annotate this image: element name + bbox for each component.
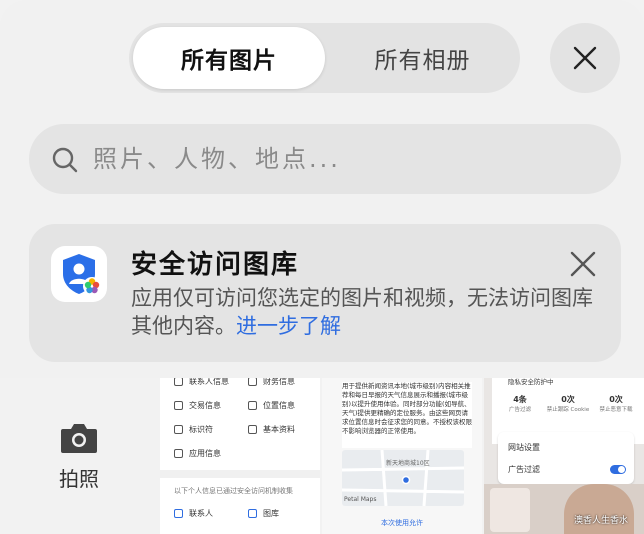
thumb-stat-value: 0次	[609, 395, 623, 404]
thumb-text: 位置信息	[263, 401, 295, 410]
secure-access-notice: 安全访问图库 应用仅可访问您选定的图片和视频，无法访问图库其他内容。进一步了解	[29, 224, 621, 362]
thumb-button-text: 本次使用允许	[381, 519, 423, 527]
thumb-row: 基本资料	[248, 424, 295, 435]
thumb-stat-value: 4条	[513, 395, 527, 404]
gallery-security-app-icon	[51, 246, 107, 302]
thumb-text: 联系人信息	[189, 378, 229, 386]
map-brand: Petal Maps	[344, 496, 377, 503]
notice-close-icon[interactable]	[567, 248, 599, 280]
learn-more-link[interactable]: 进一步了解	[236, 314, 341, 338]
thumb-text: 广告过滤	[508, 465, 540, 474]
thumb-row: 标识符	[174, 424, 213, 435]
close-icon	[573, 46, 597, 70]
thumb-text: 联系人	[189, 509, 213, 518]
thumb-row: 联系人	[174, 508, 213, 519]
thumb-stat: 4条 广告过滤	[498, 394, 542, 416]
thumb-text: 隐私安全防护中	[508, 378, 554, 386]
thumb-text: 以下个人信息已通过安全访问机制收集	[174, 487, 293, 495]
thumb-row: 图库	[248, 508, 279, 519]
thumb-text: 交易信息	[189, 401, 221, 410]
thumb-row: 联系人信息	[174, 378, 229, 387]
tab-all-albums[interactable]: 所有相册	[329, 27, 516, 89]
thumb-stat-label: 广告过滤	[508, 407, 531, 413]
camera-button[interactable]: 拍照	[0, 378, 158, 534]
thumb-stat: 0次 禁止跟踪 Cookie	[546, 394, 590, 416]
camera-icon	[61, 423, 97, 453]
search-bar[interactable]	[29, 124, 621, 194]
thumb-stat-label: 禁止跟踪 Cookie	[546, 407, 590, 413]
photo-thumbnail[interactable]: 联系人信息 财务信息 交易信息 位置信息 标识符 基本资料 应用信息 以下个人信…	[160, 378, 320, 534]
thumb-text: 应用信息	[189, 449, 221, 458]
thumb-text: 财务信息	[263, 378, 295, 386]
thumb-text: 用于提供新闻资讯本地(城市级别)内容相关推荐和每日早报的天气信息展示和播报(城市…	[342, 382, 472, 448]
thumb-text: 标识符	[189, 425, 213, 434]
search-input[interactable]	[93, 124, 593, 194]
thumb-text: 网站设置	[508, 443, 540, 452]
thumb-divider	[160, 470, 320, 478]
tab-all-photos[interactable]: 所有图片	[133, 27, 325, 89]
close-button[interactable]	[550, 23, 620, 93]
thumb-stat-value: 0次	[561, 395, 575, 404]
thumb-row: 财务信息	[248, 378, 295, 387]
thumb-settings-card: 网站设置 广告过滤	[498, 432, 634, 484]
picker-sheet: 所有图片 所有相册 安全访问图库	[0, 0, 644, 378]
thumb-map: 新天地商城10区 Petal Maps	[341, 449, 465, 507]
thumb-row: 位置信息	[248, 400, 295, 411]
camera-label: 拍照	[59, 466, 99, 491]
thumb-toggle	[610, 465, 626, 474]
thumb-stat-label: 禁止恶意下载	[599, 407, 633, 413]
photo-thumbnail[interactable]: 隐私安全防护中 4条 广告过滤 0次 禁止跟踪 Cookie 0次 禁止恶意下载…	[484, 378, 644, 534]
tab-bar: 所有图片 所有相册	[129, 23, 520, 93]
thumb-caption: 澳香人生香水	[574, 516, 629, 526]
search-icon	[52, 147, 78, 173]
thumb-row: 应用信息	[174, 448, 221, 459]
map-label: 新天地商城10区	[386, 460, 430, 467]
thumb-row: 交易信息	[174, 400, 221, 411]
thumb-stat: 0次 禁止恶意下载	[594, 394, 638, 416]
thumb-text: 图库	[263, 509, 279, 518]
photo-thumbnail[interactable]: 用于提供新闻资讯本地(城市级别)内容相关推荐和每日早报的天气信息展示和播报(城市…	[322, 378, 482, 534]
thumb-text: 基本资料	[263, 425, 295, 434]
notice-description-text: 应用仅可访问您选定的图片和视频，无法访问图库其他内容。	[131, 286, 593, 338]
notice-title: 安全访问图库	[131, 250, 300, 280]
shield-user-icon	[63, 254, 101, 295]
notice-description: 应用仅可访问您选定的图片和视频，无法访问图库其他内容。进一步了解	[131, 284, 601, 340]
